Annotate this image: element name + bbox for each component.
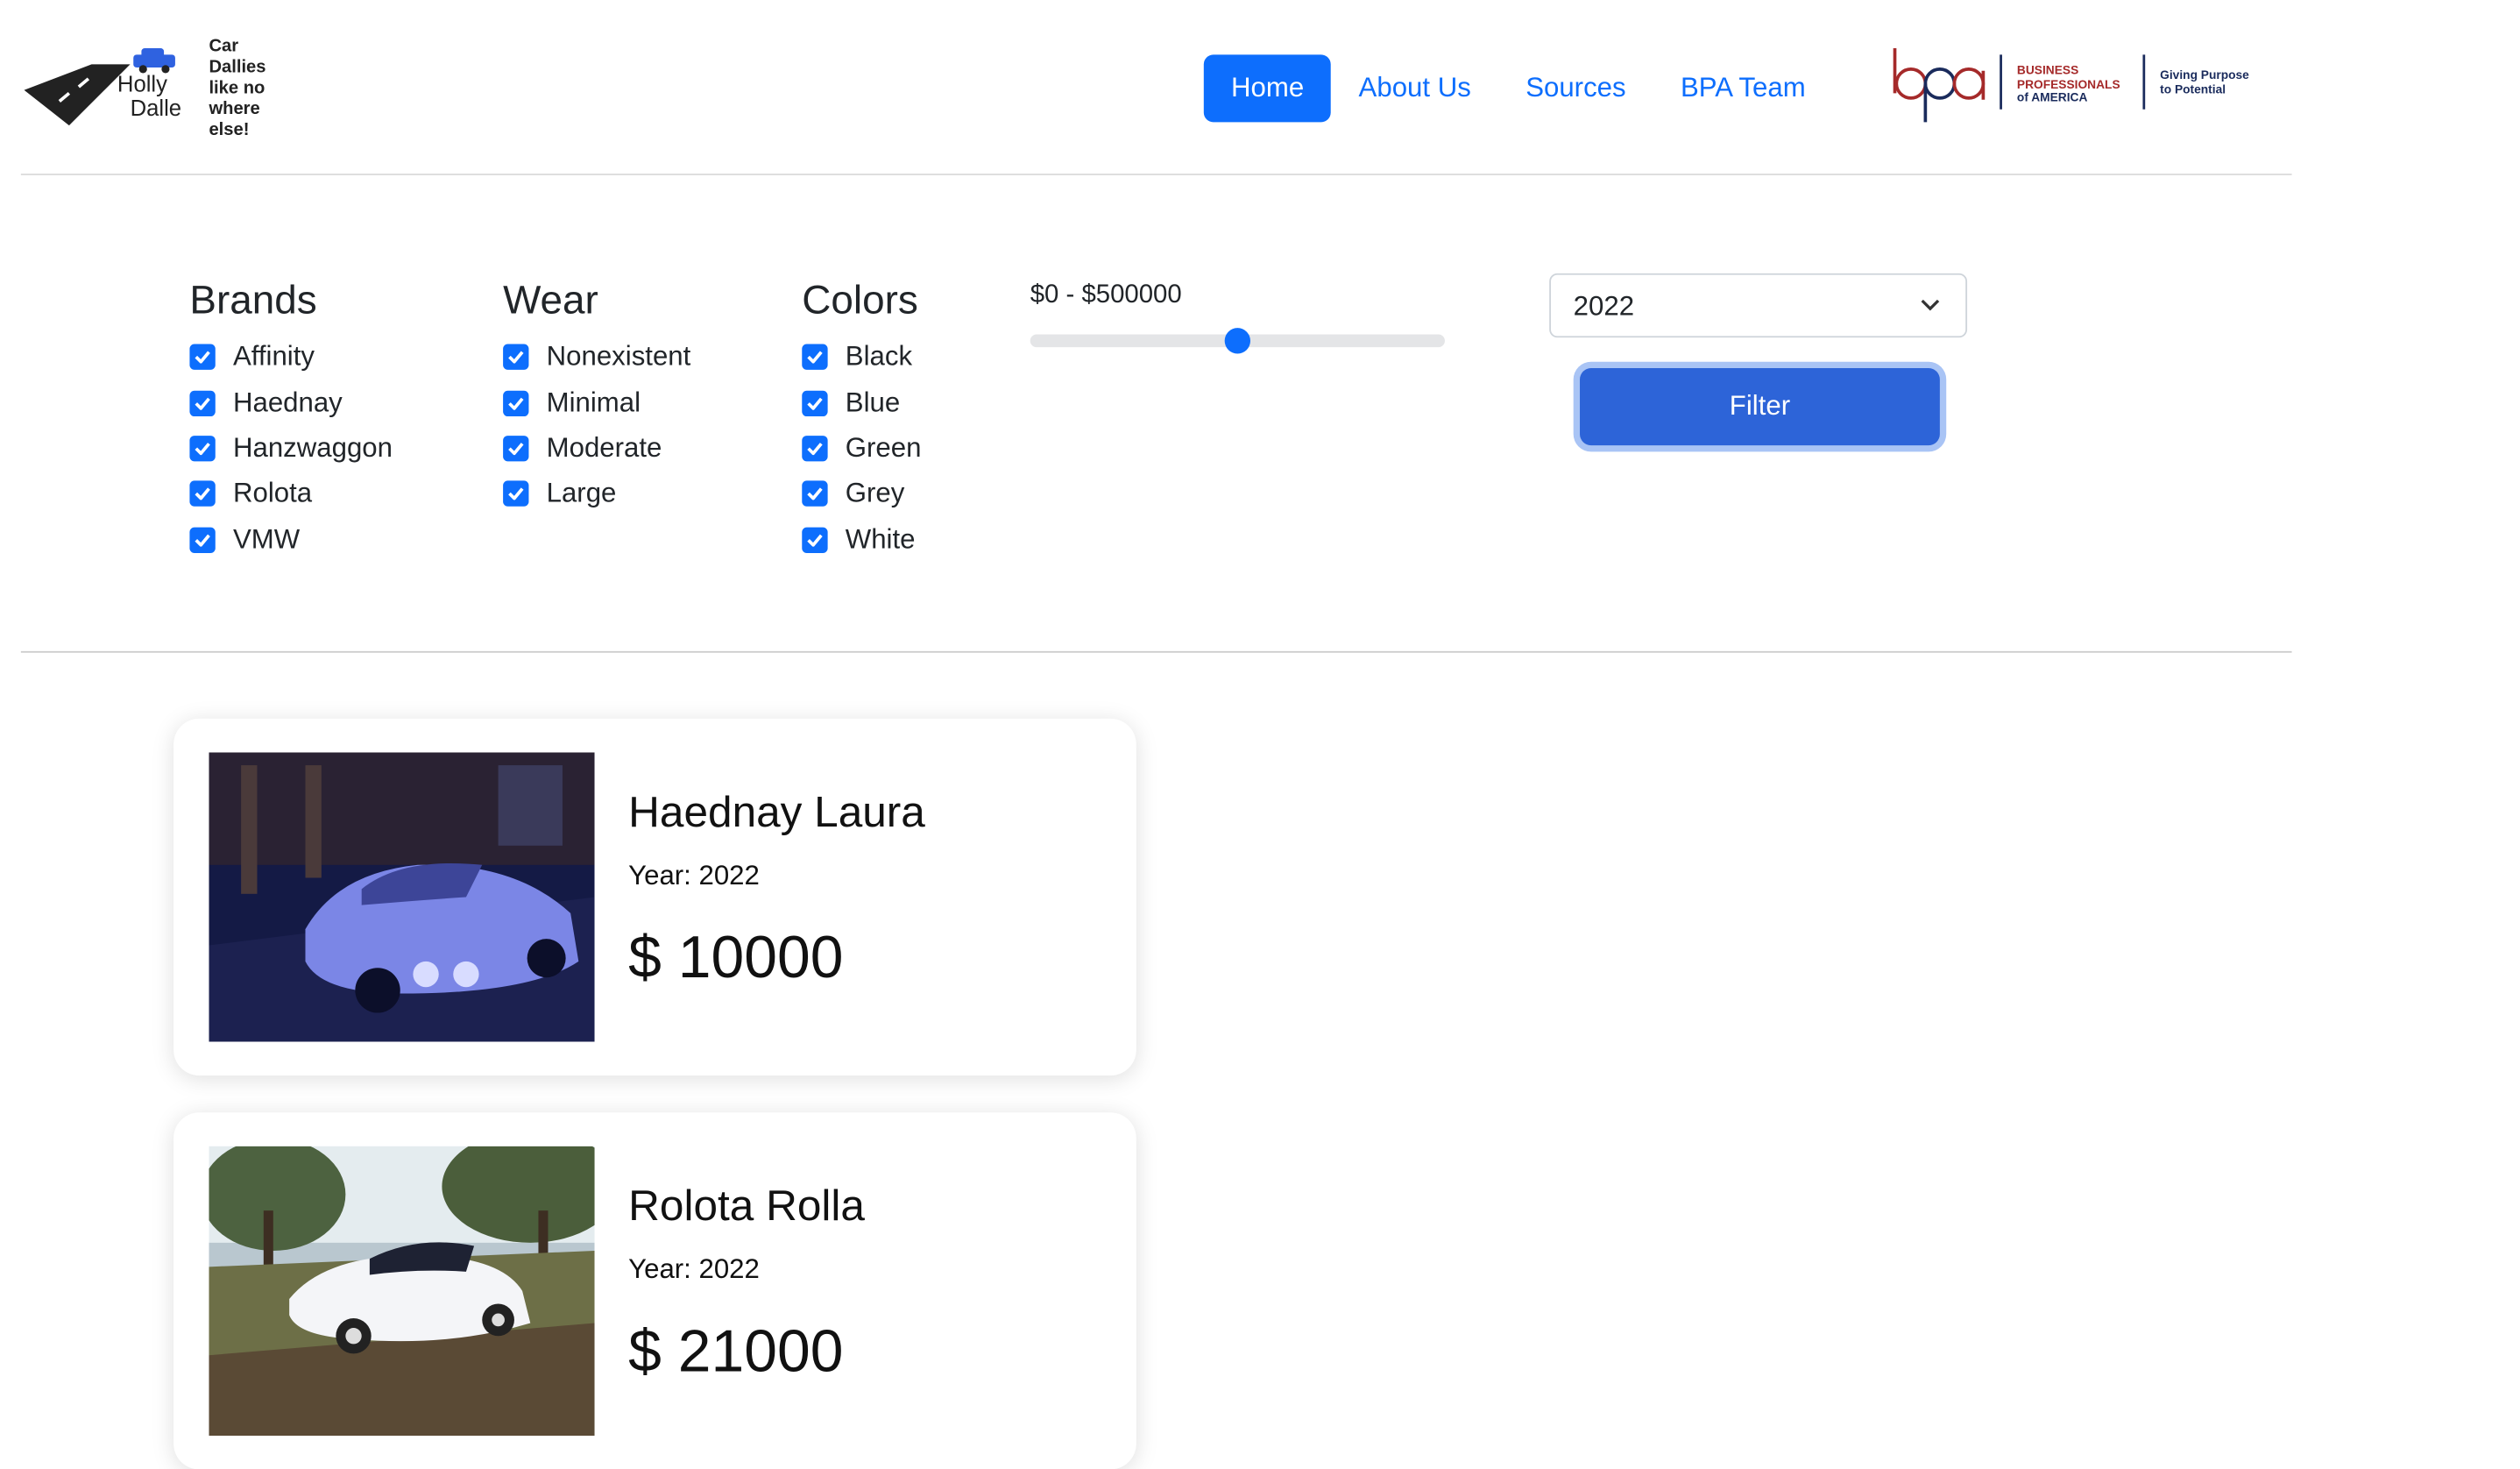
colors-heading: Colors: [802, 278, 918, 323]
brand-checkbox[interactable]: VMW: [189, 517, 393, 563]
site-header: Holly Dalle Car Dallies like no where el…: [20, 0, 2292, 175]
brand-checkbox[interactable]: Hanzwaggon: [189, 426, 393, 472]
checkbox-checked-icon[interactable]: [189, 527, 216, 553]
color-checkbox[interactable]: Blue: [802, 380, 921, 426]
price-range-label: $0 - $500000: [1030, 280, 1182, 309]
color-checkbox[interactable]: Green: [802, 426, 921, 472]
nav-sources[interactable]: Sources: [1498, 53, 1653, 121]
nav-about-us[interactable]: About Us: [1331, 53, 1498, 121]
wear-checkbox[interactable]: Nonexistent: [503, 335, 690, 380]
checkbox-checked-icon[interactable]: [503, 344, 529, 371]
price-slider-thumb[interactable]: [1224, 328, 1251, 354]
year-select-value: 2022: [1573, 290, 1635, 322]
bpa-name: BUSINESS PROFESSIONALS of AMERICA: [2016, 62, 2120, 105]
car-year: Year: 2022: [628, 860, 760, 891]
checkbox-checked-icon[interactable]: [802, 527, 828, 553]
color-checkbox[interactable]: White: [802, 517, 921, 563]
site-logo[interactable]: Holly Dalle Car Dallies like no where el…: [24, 37, 281, 140]
bpa-motto: Giving Purpose to Potential: [2160, 67, 2249, 97]
white-car-photo: [209, 1146, 595, 1436]
checkbox-checked-icon[interactable]: [802, 344, 828, 371]
blue-car-photo: [209, 752, 595, 1042]
checkbox-checked-icon[interactable]: [189, 481, 216, 507]
filter-panel: Brands Affinity Haednay Hanzwaggon Rolot…: [20, 175, 2292, 653]
checkbox-checked-icon[interactable]: [802, 481, 828, 507]
car-card[interactable]: Rolota Rolla Year: 2022 $ 21000: [173, 1112, 1136, 1469]
filter-button[interactable]: Filter: [1580, 368, 1940, 446]
price-slider-track[interactable]: [1030, 328, 1445, 354]
checkbox-checked-icon[interactable]: [189, 436, 216, 462]
car-title[interactable]: Rolota Rolla: [628, 1182, 865, 1231]
brand-checkbox[interactable]: Affinity: [189, 335, 393, 380]
car-price: $ 21000: [628, 1318, 844, 1385]
brand-checkbox[interactable]: Rolota: [189, 472, 393, 517]
year-select[interactable]: 2022: [1549, 273, 1968, 338]
colors-filter: Colors Black Blue Green Grey White: [802, 276, 921, 562]
car-card[interactable]: Haednay Laura Year: 2022 $ 10000: [173, 718, 1136, 1076]
checkbox-checked-icon[interactable]: [503, 481, 529, 507]
bpa-logo: BUSINESS PROFESSIONALS of AMERICA Giving…: [1892, 45, 2277, 128]
car-price: $ 10000: [628, 924, 844, 990]
wear-checkbox[interactable]: Moderate: [503, 426, 690, 472]
checkbox-checked-icon[interactable]: [189, 344, 216, 371]
checkbox-checked-icon[interactable]: [503, 436, 529, 462]
nav-bpa-team[interactable]: BPA Team: [1653, 53, 1833, 121]
brand-checkbox[interactable]: Haednay: [189, 380, 393, 426]
checkbox-checked-icon[interactable]: [503, 389, 529, 416]
nav-home[interactable]: Home: [1203, 53, 1332, 122]
checkbox-checked-icon[interactable]: [802, 436, 828, 462]
car-year: Year: 2022: [628, 1253, 760, 1285]
logo-name: Holly Dalle: [117, 70, 182, 121]
wear-filter: Wear Nonexistent Minimal Moderate Large: [503, 276, 690, 516]
logo-tagline: Car Dallies like no where else!: [209, 37, 266, 140]
car-title[interactable]: Haednay Laura: [628, 788, 925, 838]
brands-filter: Brands Affinity Haednay Hanzwaggon Rolot…: [189, 276, 393, 562]
price-filter: $0 - $500000: [1030, 280, 1448, 354]
wear-heading: Wear: [503, 278, 598, 323]
main-nav: Home About Us Sources BPA Team: [1203, 53, 1833, 123]
brands-heading: Brands: [189, 278, 317, 323]
wear-checkbox[interactable]: Large: [503, 472, 690, 517]
color-checkbox[interactable]: Grey: [802, 472, 921, 517]
checkbox-checked-icon[interactable]: [802, 389, 828, 416]
wear-checkbox[interactable]: Minimal: [503, 380, 690, 426]
color-checkbox[interactable]: Black: [802, 335, 921, 380]
checkbox-checked-icon[interactable]: [189, 389, 216, 416]
chevron-down-icon: [1921, 299, 1940, 311]
